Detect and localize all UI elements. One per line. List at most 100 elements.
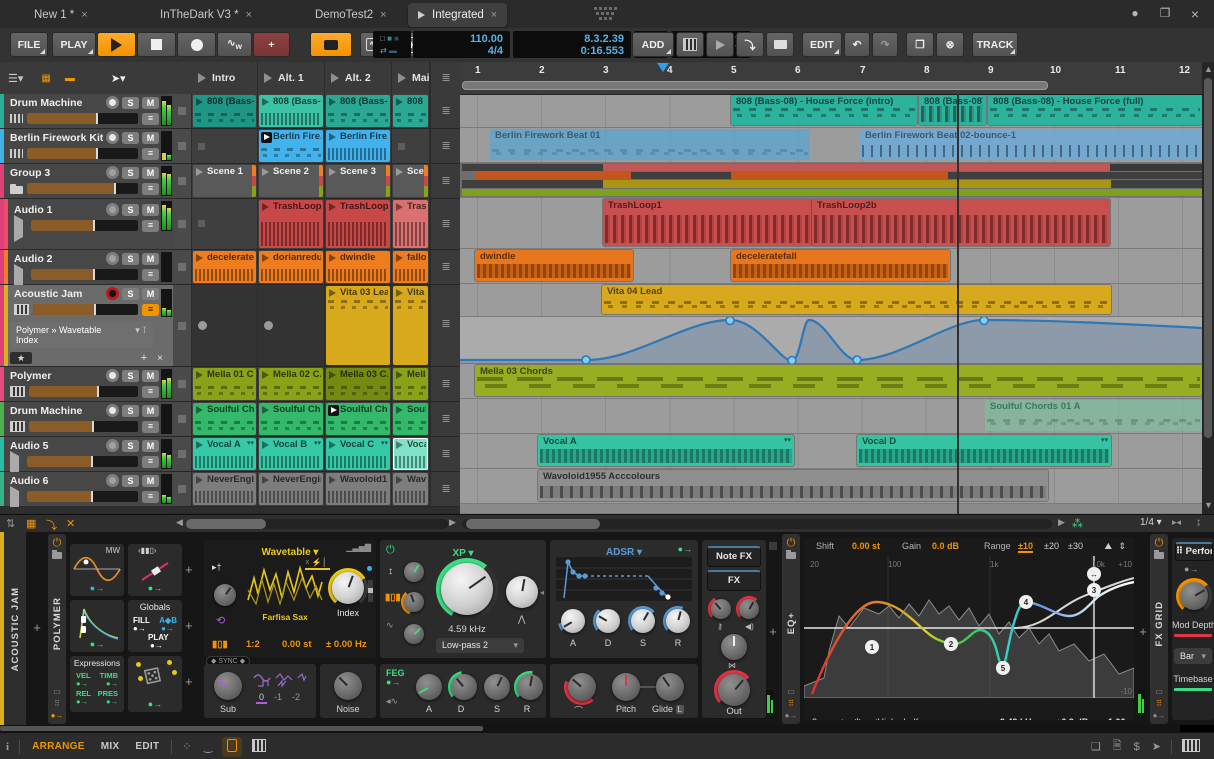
track-list-menu-icon[interactable]: ☰▾ — [8, 72, 23, 85]
arm-button[interactable] — [106, 404, 119, 417]
bend-knob[interactable] — [568, 673, 596, 701]
close-icon[interactable]: × — [246, 9, 252, 21]
note-input-icon[interactable]: ⁘ — [182, 740, 191, 753]
filter-envamt-knob[interactable] — [404, 624, 424, 644]
bar-dropdown[interactable]: Bar — [1174, 648, 1212, 664]
clip-slot-playing[interactable]: Soulful Cho... — [326, 403, 390, 435]
automation-write-button[interactable]: ∿w — [217, 32, 252, 57]
keytrack-icon[interactable]: ▮▯▮ — [212, 639, 228, 650]
device-folder-icon[interactable] — [52, 550, 62, 559]
band-freq[interactable]: 9.49 kHz — [1000, 717, 1036, 720]
feg-attack-knob[interactable] — [416, 674, 442, 700]
auto-gain-icon[interactable]: ⇕ — [1118, 541, 1126, 552]
arranger-clip-muted[interactable]: Berlin Firework Beat 01 — [490, 129, 810, 160]
volume-fader[interactable] — [33, 304, 138, 315]
automation-curve[interactable] — [460, 317, 1202, 364]
track-name[interactable]: Group 3 — [10, 167, 103, 179]
play-menu-button[interactable]: PLAY — [52, 32, 96, 57]
volume-fader[interactable] — [27, 183, 138, 194]
filter-mode-dropdown[interactable]: Low-pass 2 — [436, 638, 524, 653]
mute-button[interactable]: M — [142, 131, 159, 144]
empty-slot[interactable] — [192, 129, 258, 163]
playback-start-marker[interactable] — [657, 63, 669, 72]
track-row[interactable]: Group 3 SM ≡ — [0, 164, 173, 199]
arm-button[interactable] — [106, 369, 119, 382]
eq-gain-value[interactable]: 0.0 dB — [932, 541, 959, 551]
cutoff-knob[interactable] — [441, 563, 493, 615]
resonance-knob[interactable] — [506, 576, 538, 608]
scene-intro[interactable]: Intro — [192, 62, 258, 94]
track-name[interactable]: Audio 5 — [10, 440, 103, 452]
volume-fader[interactable] — [27, 113, 138, 124]
studio-io-icon[interactable]: $ — [1134, 741, 1140, 753]
arranger-clip[interactable]: 808 (Bass-08) — [919, 95, 986, 125]
remote-grid-icon[interactable]: ⠿ — [788, 700, 794, 708]
mute-button[interactable]: M — [142, 96, 159, 109]
pitch-knob[interactable] — [612, 673, 640, 701]
mute-button[interactable]: M — [142, 203, 159, 216]
out-volume-knob[interactable] — [718, 674, 750, 706]
tab-integrated[interactable]: Integrated × — [408, 3, 508, 27]
grid-resolution[interactable]: 1/4 ▾ — [1140, 517, 1162, 528]
arm-button[interactable] — [106, 474, 119, 487]
duplicate-button[interactable]: ❐ — [906, 32, 934, 57]
feedback-icon[interactable]: ≣ — [430, 129, 461, 163]
osc-type-select[interactable]: Wavetable ▾ — [262, 547, 319, 558]
clip-slot[interactable]: Mella 02 C... — [259, 368, 323, 400]
empty-slot[interactable] — [392, 129, 430, 163]
feg-route-icon[interactable]: ●→ — [386, 677, 400, 687]
arranger-clip[interactable]: Wavoloid1955 Acccolours — [538, 470, 1048, 501]
track-menu-button[interactable]: TRACK — [972, 32, 1018, 57]
close-panel-icon[interactable]: ✕ — [66, 517, 75, 530]
device-name[interactable]: POLYMER — [52, 597, 63, 650]
arranger-clip[interactable]: Vocal A ▾▾ — [538, 435, 794, 466]
sub-wave-icons[interactable] — [252, 670, 308, 690]
mute-button[interactable]: M — [142, 404, 159, 417]
add-modulator-button[interactable]: + — [185, 618, 193, 633]
position-bars[interactable]: 8.3.2.39 — [584, 33, 624, 45]
group-clip-slot[interactable]: Scene 2 — [259, 165, 323, 197]
device-name[interactable]: FX GRID — [1154, 601, 1165, 647]
play-icon[interactable] — [264, 73, 272, 83]
osc-detune-hz[interactable]: ± 0.00 Hz — [326, 639, 367, 650]
arranger-clip[interactable]: Vocal D ▾▾ — [857, 435, 1111, 466]
tempo-value[interactable]: 110.00 — [470, 33, 503, 45]
osc-detune-st[interactable]: 0.00 st — [282, 639, 312, 650]
filter-keyamt-knob[interactable] — [404, 592, 424, 612]
arranger-lane[interactable]: Mella 03 Chords — [460, 364, 1202, 399]
stop-cell[interactable] — [173, 199, 192, 249]
sub-oct-1[interactable]: -1 — [274, 692, 282, 702]
track-name[interactable]: Audio 1 — [14, 204, 103, 216]
pointer-tool-icon[interactable]: ➤▾ — [111, 72, 126, 85]
position-time[interactable]: 0:16.553 — [581, 45, 624, 57]
arm-button[interactable] — [106, 96, 119, 109]
clip-slot[interactable]: Mella 01 C... — [193, 368, 256, 400]
clip-slot[interactable]: Vocal A ▾▾ — [193, 438, 256, 470]
close-icon[interactable]: × — [491, 9, 497, 21]
feedback-icon[interactable]: ≣ — [430, 250, 461, 284]
retrigger-icon[interactable]: ▸† — [212, 562, 222, 573]
phase-icon[interactable]: ⟲ — [216, 614, 225, 627]
solo-button[interactable]: S — [122, 252, 139, 265]
stop-cell[interactable] — [173, 472, 192, 506]
filter-power-icon[interactable]: ⏻ — [386, 544, 395, 557]
mapping-icon[interactable]: ●→ — [785, 712, 798, 720]
browser-button[interactable] — [766, 32, 794, 57]
eq-range-10[interactable]: ±10 — [1018, 541, 1033, 553]
timebase-bar[interactable] — [1174, 688, 1212, 691]
mod-route-icon[interactable]: ●→ — [148, 699, 162, 709]
remote-window-icon[interactable]: ▭ — [1155, 688, 1163, 696]
arm-button[interactable] — [106, 287, 119, 300]
feedback-icon[interactable]: ≣ — [430, 472, 461, 506]
group-track-lane[interactable] — [460, 163, 1202, 198]
track-name[interactable]: Audio 6 — [10, 475, 103, 487]
file-menu-button[interactable]: FILE — [10, 32, 48, 57]
eq-range-20[interactable]: ±20 — [1044, 541, 1059, 551]
add-lane-button[interactable]: + — [141, 352, 147, 364]
listen-icon[interactable]: ◀ — [836, 717, 843, 720]
volume-fader[interactable] — [31, 269, 138, 280]
track-row-selected[interactable]: Acoustic Jam S M ≡ Polymer » Wavetable ▾ ⊺ … — [0, 285, 173, 367]
fxgrid-remote-page[interactable]: ⠿ Perform — [1175, 542, 1213, 561]
arranger-lane[interactable]: Wavoloid1955 Acccolours — [460, 469, 1202, 504]
remote-grid-icon[interactable]: ⠿ — [1156, 700, 1162, 708]
